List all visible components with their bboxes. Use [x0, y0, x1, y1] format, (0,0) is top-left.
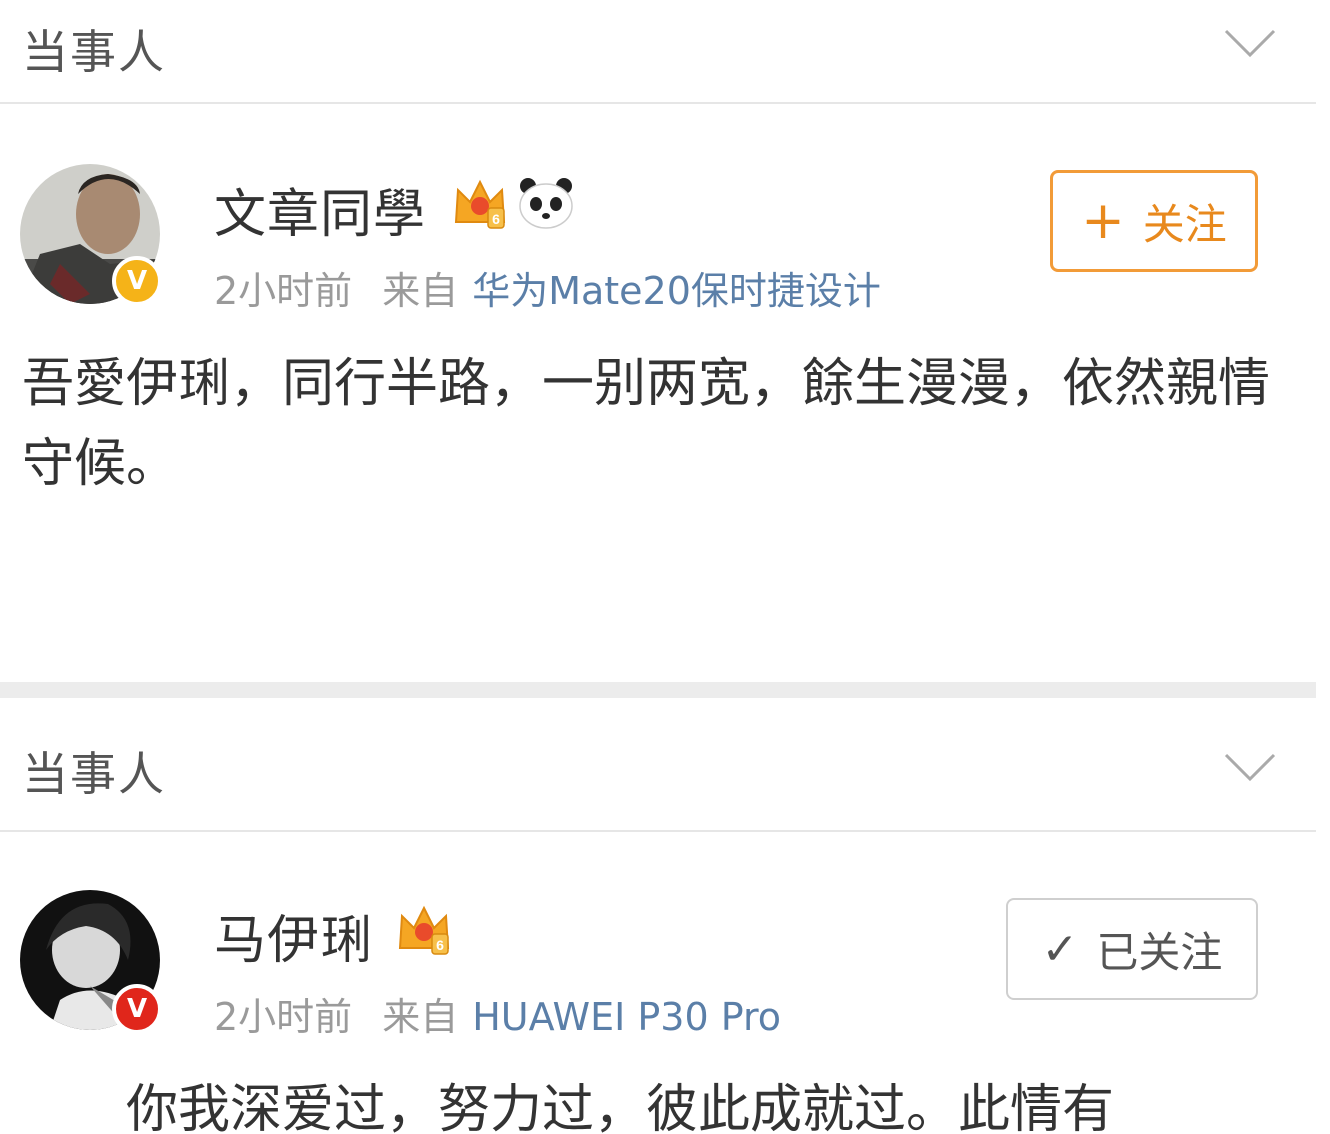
followed-label: 已关注: [1096, 927, 1223, 977]
svg-text:6: 6: [492, 211, 500, 227]
post-meta: 2小时前 来自 华为Mate20保时捷设计: [214, 260, 881, 315]
post-meta: 2小时前 来自 HUAWEI P30 Pro: [214, 986, 781, 1041]
panda-icon: [519, 178, 573, 229]
crown-icon: 6: [398, 905, 450, 955]
section-header[interactable]: 当事人: [0, 0, 1316, 104]
follow-label: 关注: [1142, 199, 1227, 249]
section-divider: [0, 682, 1316, 698]
source-label: 来自: [382, 995, 459, 1039]
section-title: 当事人: [22, 747, 166, 801]
post-card: V 文章同學 6 2小时前 来自 华为Mate20保时捷设计 + 关注 吾愛伊琍，同…: [0, 106, 1316, 682]
post-content: 你我深爱过，努力过，彼此成就过。此情有: [126, 1080, 1115, 1134]
username[interactable]: 文章同學: [214, 172, 426, 247]
plus-icon: +: [1081, 191, 1125, 251]
chevron-down-icon[interactable]: [1224, 28, 1276, 58]
section-title: 当事人: [22, 25, 166, 79]
verified-icon: V: [112, 256, 162, 306]
device-link[interactable]: HUAWEI P30 Pro: [472, 995, 781, 1039]
followed-button[interactable]: ✓ 已关注: [1006, 898, 1258, 1000]
svg-text:6: 6: [436, 937, 444, 953]
follow-button[interactable]: + 关注: [1050, 170, 1258, 272]
post-content: 吾愛伊琍，同行半路，一别两宽，餘生漫漫，依然親情守候。: [22, 354, 1271, 494]
source-label: 来自: [382, 269, 459, 313]
section-header[interactable]: 当事人: [0, 698, 1316, 832]
crown-icon: 6: [454, 179, 506, 229]
verified-icon: V: [112, 984, 162, 1034]
timestamp: 2小时前: [214, 995, 353, 1039]
username[interactable]: 马伊琍: [214, 898, 373, 973]
check-icon: ✓: [1041, 923, 1079, 975]
device-link[interactable]: 华为Mate20保时捷设计: [472, 269, 881, 313]
post-card: V 马伊琍 6 2小时前 来自 HUAWEI P30 Pro ✓ 已关注 你我深爱过…: [0, 834, 1316, 1134]
timestamp: 2小时前: [214, 269, 353, 313]
chevron-down-icon[interactable]: [1224, 752, 1276, 782]
